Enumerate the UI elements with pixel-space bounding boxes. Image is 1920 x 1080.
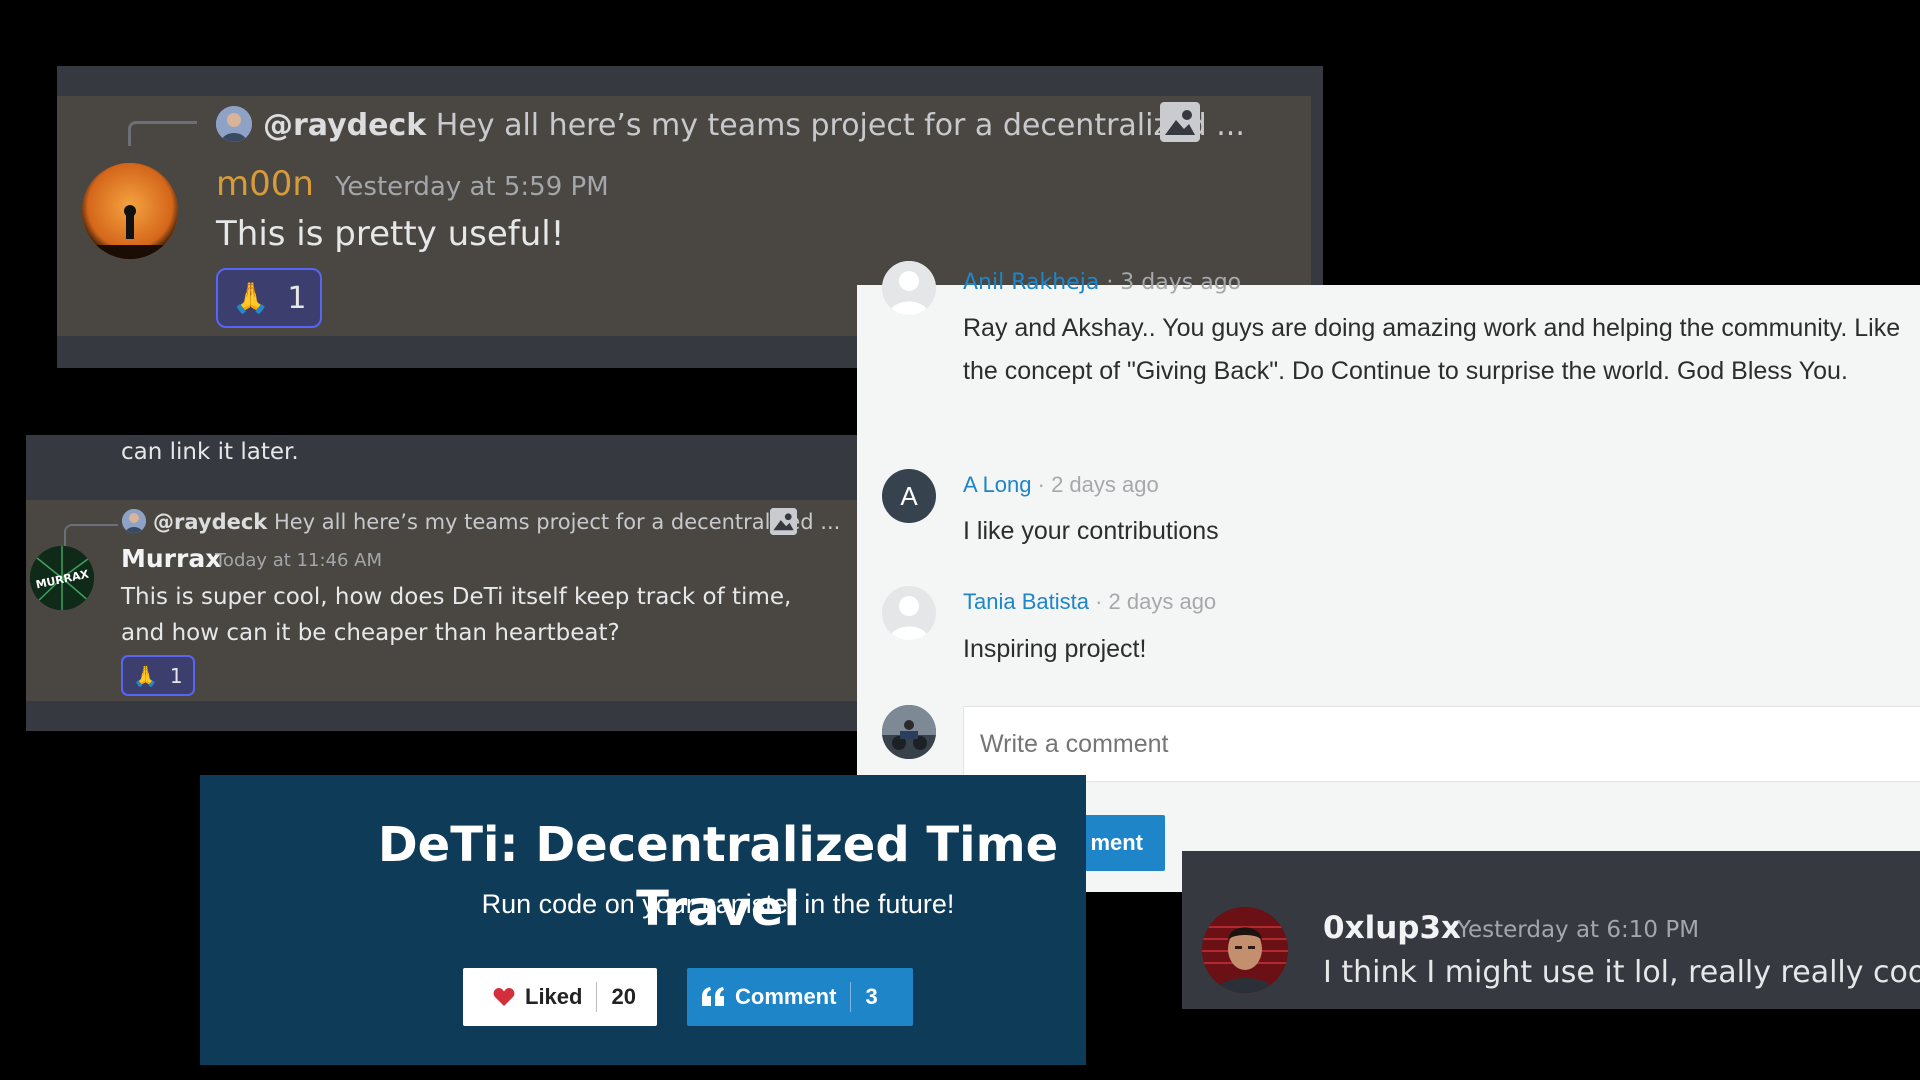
pray-emoji-icon: 🙏 bbox=[133, 663, 158, 688]
image-icon bbox=[770, 508, 797, 535]
message-text: This is super cool, how does DeTi itself… bbox=[121, 584, 792, 646]
like-button[interactable]: Liked 20 bbox=[463, 968, 657, 1026]
heart-icon bbox=[463, 987, 525, 1007]
commenter-avatar[interactable]: A bbox=[882, 469, 936, 523]
message-text: This is pretty useful! bbox=[216, 214, 565, 254]
reply-connector bbox=[128, 121, 197, 146]
reaction-count: 1 bbox=[287, 280, 307, 316]
reply-mention[interactable]: @raydeck bbox=[153, 510, 267, 534]
username[interactable]: m00n bbox=[216, 162, 314, 206]
commenter-name-text[interactable]: Tania Batista bbox=[963, 589, 1089, 614]
commenter-name[interactable]: A Long · 2 days ago bbox=[963, 470, 1159, 500]
reply-preview-text: Hey all here’s my teams project for a de… bbox=[273, 510, 841, 534]
comment-label: Comment bbox=[735, 984, 837, 1009]
message-text: I think I might use it lol, really reall… bbox=[1323, 955, 1920, 990]
comment-count: 3 bbox=[865, 984, 878, 1009]
previous-message-text: can link it later. bbox=[121, 439, 299, 465]
comment-input[interactable] bbox=[963, 706, 1920, 782]
like-label: Liked bbox=[525, 984, 583, 1009]
reaction-button[interactable]: 🙏 1 bbox=[216, 268, 322, 328]
commenter-avatar[interactable] bbox=[882, 586, 936, 640]
pray-emoji-icon: 🙏 bbox=[232, 280, 270, 316]
comment-button[interactable]: Comment 3 bbox=[687, 968, 913, 1026]
image-icon bbox=[1160, 102, 1200, 142]
comment-time: · 2 days ago bbox=[1037, 472, 1159, 497]
comment-text: Inspiring project! bbox=[963, 635, 1147, 663]
divider bbox=[596, 982, 598, 1012]
reply-mention[interactable]: @raydeck bbox=[263, 108, 426, 143]
discord-message-panel-middle: can link it later. @raydeck Hey all here… bbox=[26, 435, 862, 731]
reaction-button[interactable]: 🙏 1 bbox=[121, 655, 195, 696]
username[interactable]: 0xlup3x bbox=[1323, 907, 1461, 949]
reply-avatar[interactable] bbox=[216, 106, 252, 142]
reply-avatar[interactable] bbox=[122, 509, 146, 533]
divider bbox=[850, 982, 852, 1012]
reply-preview[interactable]: @raydeck Hey all here’s my teams project… bbox=[153, 507, 840, 537]
commenter-name[interactable]: Anil Rakheja · 3 days ago bbox=[963, 268, 1241, 298]
reaction-count: 1 bbox=[169, 663, 183, 688]
user-avatar[interactable]: MURRAX bbox=[30, 546, 94, 610]
timestamp: Yesterday at 5:59 PM bbox=[335, 172, 609, 202]
commenter-name-text[interactable]: Anil Rakheja bbox=[963, 270, 1099, 295]
username[interactable]: Murrax bbox=[121, 542, 221, 576]
reply-preview-text: Hey all here’s my teams project for a de… bbox=[435, 108, 1245, 143]
commenter-avatar[interactable] bbox=[882, 261, 936, 315]
user-avatar[interactable] bbox=[82, 163, 178, 259]
timestamp: Yesterday at 6:10 PM bbox=[1457, 917, 1700, 943]
discord-message-panel-bottom: 0xlup3x Yesterday at 6:10 PM I think I m… bbox=[1182, 851, 1920, 1009]
reply-preview[interactable]: @raydeck Hey all here’s my teams project… bbox=[263, 106, 1245, 146]
project-subtitle: Run code on your canister in the future! bbox=[481, 889, 955, 919]
like-count: 20 bbox=[611, 984, 636, 1009]
timestamp: Today at 11:46 AM bbox=[215, 550, 383, 571]
comment-time: · 2 days ago bbox=[1095, 589, 1217, 614]
commenter-name[interactable]: Tania Batista · 2 days ago bbox=[963, 587, 1216, 617]
commenter-name-text[interactable]: A Long bbox=[963, 472, 1032, 497]
quote-icon bbox=[687, 987, 735, 1007]
comment-text: Ray and Akshay.. You guys are doing amaz… bbox=[963, 314, 1901, 385]
comment-text: I like your contributions bbox=[963, 517, 1219, 545]
user-avatar[interactable] bbox=[1202, 907, 1288, 993]
project-banner: DeTi: Decentralized Time Travel Run code… bbox=[200, 775, 1086, 1065]
current-user-avatar bbox=[882, 705, 936, 759]
comment-time: · 3 days ago bbox=[1106, 270, 1242, 295]
